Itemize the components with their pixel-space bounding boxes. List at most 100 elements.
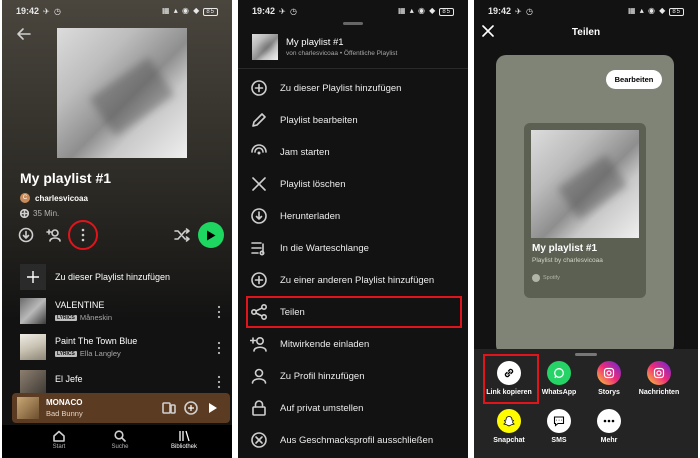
share-more-label: Mehr [600,437,618,444]
mini-player[interactable]: MONACO Bad Bunny [12,393,230,423]
menu-item-label: Playlist bearbeiten [280,114,358,126]
spotify-icon [532,274,540,282]
share-snapchat[interactable]: Snapchat [484,409,534,444]
sheet-handle[interactable] [575,353,597,356]
song-cover [20,370,46,394]
back-arrow-icon[interactable] [16,27,32,41]
play-icon [207,230,216,240]
highlight-box [483,354,539,404]
menu-item-add-to-other-playlist[interactable]: Zu einer anderen Playlist hinzufügen [238,264,468,296]
header-title: My playlist #1 [286,37,344,48]
profile-icon [251,368,267,384]
menu-item-exclude-taste-profile[interactable]: Aus Geschmacksprofil ausschließen [238,424,468,456]
playlist-title: My playlist #1 [20,170,112,186]
edit-button[interactable]: Bearbeiten [606,70,662,89]
menu-item-make-private[interactable]: Auf privat umstellen [238,392,468,424]
share-sheet: Link kopieren WhatsApp Storys Nachrichte… [474,349,698,458]
share-title: Teilen [571,27,601,38]
sms-icon [547,409,571,433]
owner-row[interactable]: C charlesvicoaa [20,193,88,203]
menu-item-delete-playlist[interactable]: Playlist löschen [238,168,468,200]
header-cover [252,34,278,60]
menu-item-share[interactable]: Teilen [246,296,462,328]
share-storys[interactable]: Storys [584,361,634,396]
song-cover [20,298,46,324]
song-more-icon[interactable] [217,305,221,319]
home-icon [53,430,65,442]
menu-item-queue[interactable]: In die Warteschlange [238,232,468,264]
more-options-icon[interactable] [80,227,86,243]
menu-item-label: Zu Profil hinzufügen [280,370,365,382]
song-more-icon[interactable] [217,375,221,389]
plus-icon [27,271,39,283]
lyrics-badge: LYRICS [55,314,77,321]
song-more-icon[interactable] [217,341,221,355]
menu-item-edit-playlist[interactable]: Playlist bearbeiten [238,104,468,136]
song-row[interactable]: VALENTINE LYRICS Måneskin [20,298,230,326]
whatsapp-icon [547,361,571,385]
status-icons: ✈ ◷ [515,6,534,16]
status-icons: ✈ ◷ [43,6,62,16]
menu-header: My playlist #1 von charlesvicoaa • Öffen… [252,34,452,62]
now-playing-artist: Bad Bunny [46,409,83,418]
song-row[interactable]: Paint The Town Blue LYRICS Ella Langley [20,334,230,362]
mini-play-icon[interactable] [208,402,218,414]
divider [238,68,468,69]
song-title: VALENTINE [55,300,105,310]
menu-item-add-to-profile[interactable]: Zu Profil hinzufügen [238,360,468,392]
playlist-screen: 19:42 ✈ ◷ ▦ ▴ ◉ ◆ 85 My playlist #1 C cha… [2,0,232,458]
menu-item-label: Auf privat umstellen [280,402,364,414]
menu-item-start-jam[interactable]: Jam starten [238,136,468,168]
devices-icon[interactable] [162,401,176,415]
library-icon [179,430,190,442]
lock-icon [252,400,266,416]
card-brand-label: Spotify [543,275,560,281]
download-icon[interactable] [18,227,34,243]
share-icon [250,303,268,321]
status-time: 19:42 [488,6,512,16]
queue-icon [251,242,265,256]
share-sms[interactable]: SMS [534,409,584,444]
add-user-icon[interactable] [46,227,62,243]
owner-name: charlesvicoaa [35,193,88,203]
instagram-icon [597,361,621,385]
card-title: My playlist #1 [532,243,598,254]
menu-item-label: Mitwirkende einladen [280,338,370,350]
nav-library[interactable]: Bibliothek [164,430,204,450]
song-artist: Ella Langley [79,349,121,358]
nav-library-label: Bibliothek [170,444,197,450]
card-brand: Spotify [532,274,560,282]
share-more[interactable]: Mehr [584,409,634,444]
drag-handle[interactable] [343,22,363,25]
menu-item-download[interactable]: Herunterladen [238,200,468,232]
more-icon [597,409,621,433]
add-circle-icon[interactable] [184,401,198,415]
menu-item-add-to-playlist[interactable]: Zu dieser Playlist hinzufügen [238,72,468,104]
song-cover [20,334,46,360]
menu-item-label: Zu dieser Playlist hinzufügen [280,82,402,94]
share-preview: Bearbeiten My playlist #1 Playlist by ch… [496,55,674,355]
song-row[interactable]: El Jefe [20,370,230,394]
playlist-cover [57,28,187,158]
shuffle-icon[interactable] [174,228,190,242]
bottom-nav: Start Suche Bibliothek [2,425,232,458]
snapchat-icon [497,409,521,433]
lyrics-badge: LYRICS [55,350,77,357]
share-sms-label: SMS [551,437,567,444]
status-bar: 19:42 ✈ ◷ ▦ ▴ ◉ ◆ 85 [474,0,698,22]
status-bar: 19:42 ✈ ◷ ▦ ▴ ◉ ◆ 85 [2,0,232,22]
menu-item-invite-collaborators[interactable]: Mitwirkende einladen [238,328,468,360]
song-title: El Jefe [55,374,83,384]
header-subtitle: von charlesvicoaa • Öffentliche Playlist [286,50,398,57]
status-bar: 19:42 ✈ ◷ ▦ ▴ ◉ ◆ 85 [238,0,468,22]
share-messages[interactable]: Nachrichten [634,361,684,396]
share-whatsapp[interactable]: WhatsApp [534,361,584,396]
menu-item-label: Herunterladen [280,210,341,222]
nav-search[interactable]: Suche [105,430,135,450]
add-to-playlist-row[interactable]: Zu dieser Playlist hinzufügen [20,264,220,290]
share-storys-label: Storys [598,389,620,396]
play-button[interactable] [198,222,224,248]
menu-item-label: Teilen [280,306,305,318]
nav-home[interactable]: Start [44,430,74,450]
menu-item-label: In die Warteschlange [280,242,369,254]
